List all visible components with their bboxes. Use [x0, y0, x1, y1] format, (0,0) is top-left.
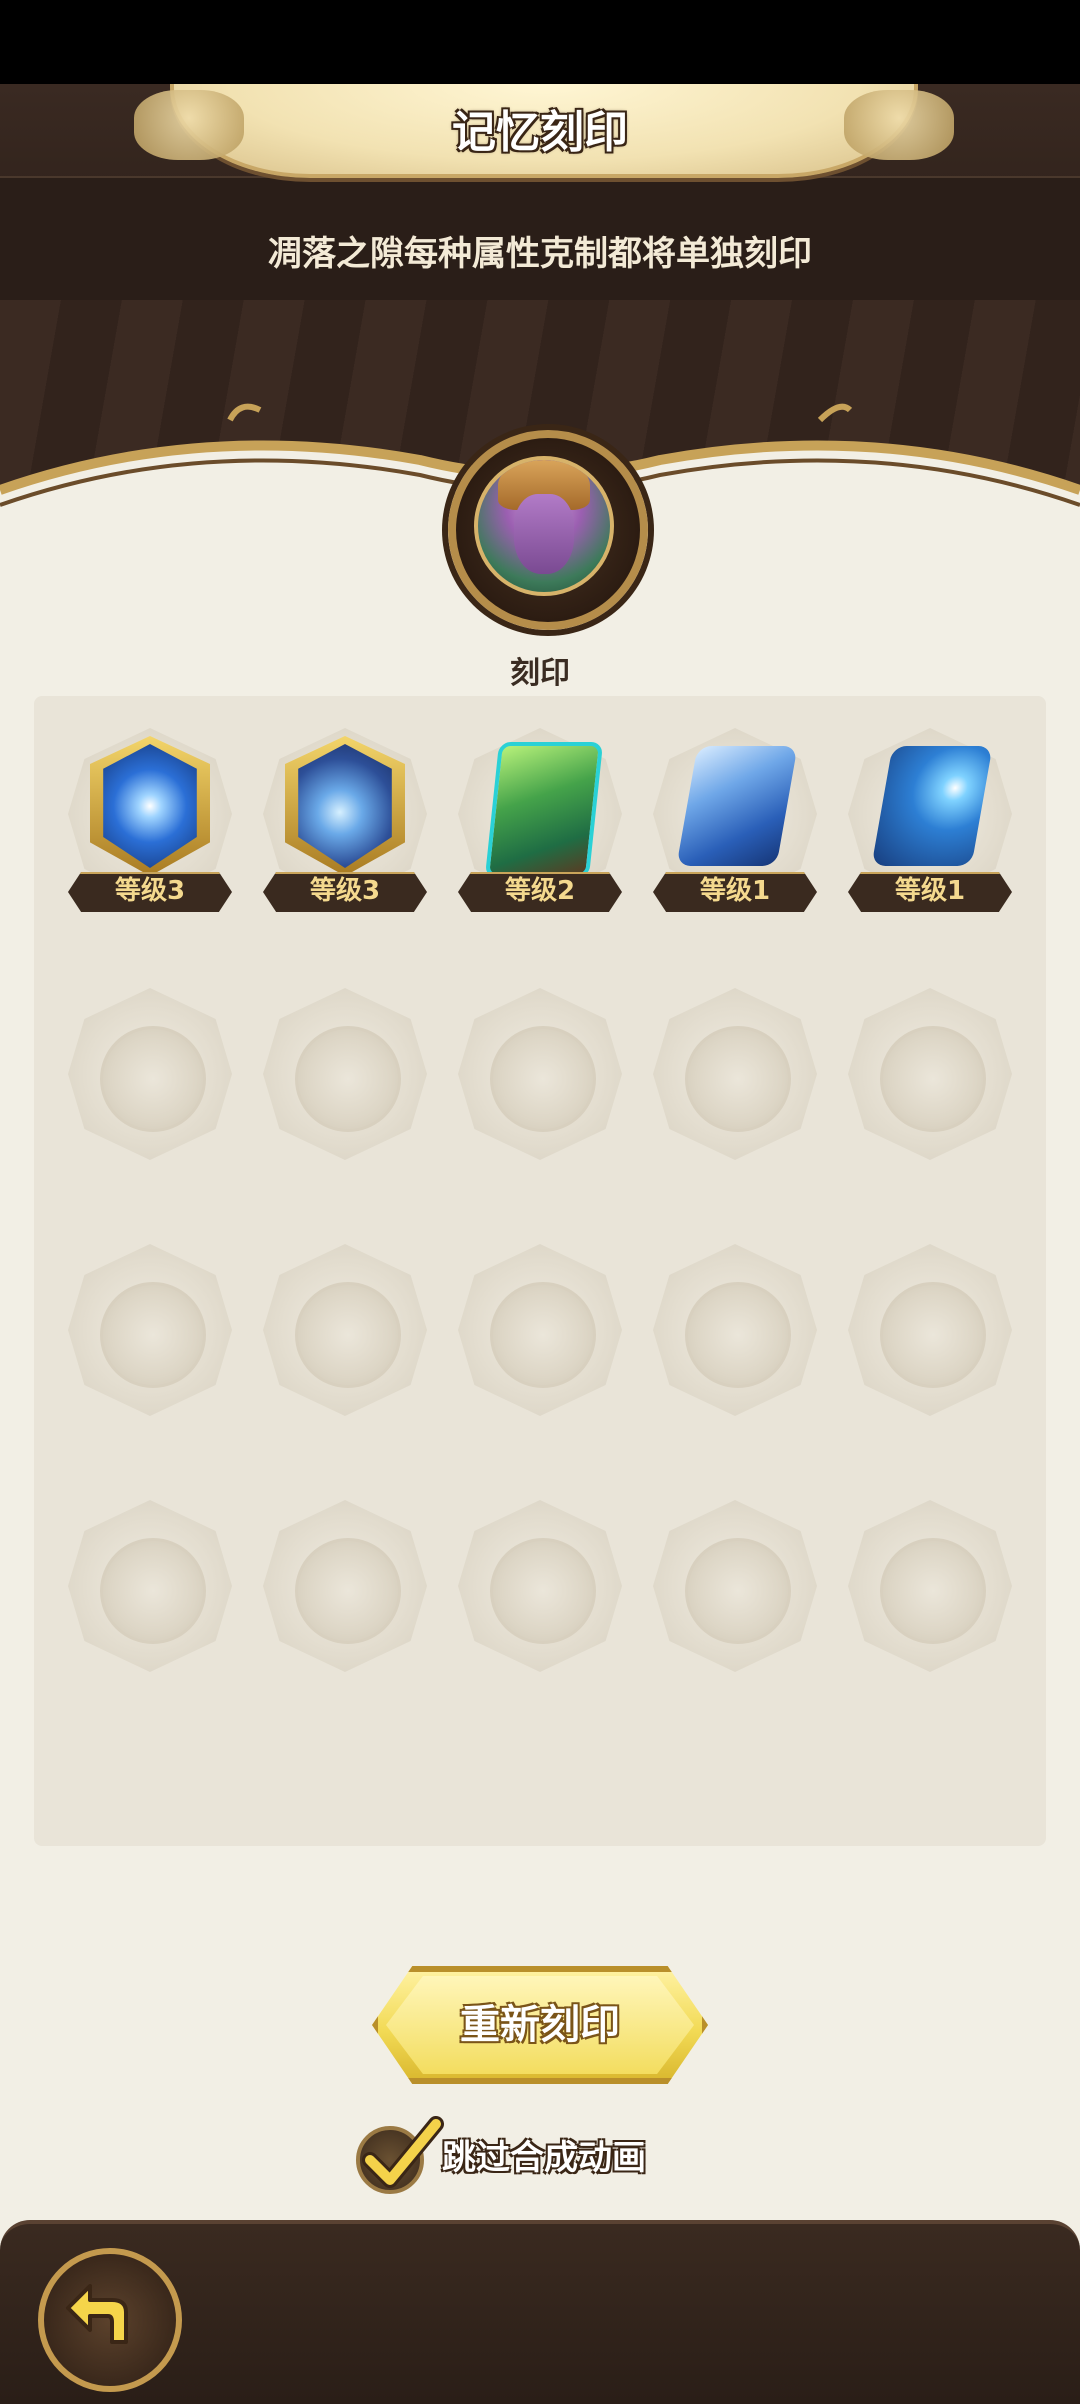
empty-slot[interactable] [842, 1234, 1018, 1440]
slot-socket-inner [490, 1282, 596, 1388]
empty-slot[interactable] [647, 1234, 823, 1440]
hero-avatar[interactable] [474, 456, 614, 596]
slot-socket-inner [100, 1538, 206, 1644]
reimprint-button-label[interactable]: 重新刻印 [372, 1966, 708, 2084]
level-label: 等级1 [894, 876, 966, 906]
slot-socket-inner [685, 1538, 791, 1644]
slot-socket-inner [880, 1282, 986, 1388]
nature-card-icon [484, 742, 604, 878]
imprint-slot-2[interactable]: 等级3 [257, 718, 433, 924]
slot-socket-inner [100, 1026, 206, 1132]
empty-slot[interactable] [647, 978, 823, 1184]
level-label: 等级1 [699, 876, 771, 906]
level-label: 等级2 [504, 876, 576, 906]
checkmark-icon [362, 2116, 444, 2188]
slot-socket-inner [295, 1282, 401, 1388]
empty-slot[interactable] [62, 978, 238, 1184]
empty-slot[interactable] [452, 1490, 628, 1696]
imprint-slot-4[interactable]: 等级1 [647, 718, 823, 924]
empty-slot[interactable] [842, 978, 1018, 1184]
empty-slot[interactable] [647, 1490, 823, 1696]
empty-slot[interactable] [452, 1234, 628, 1440]
slot-socket-inner [100, 1282, 206, 1388]
empty-slot[interactable] [257, 1490, 433, 1696]
empty-slot[interactable] [257, 1234, 433, 1440]
slot-socket-inner [880, 1538, 986, 1644]
slot-socket-inner [880, 1026, 986, 1132]
skip-animation-checkbox[interactable] [356, 2116, 444, 2194]
page-subtitle: 凋落之隙每种属性克制都将单独刻印 [268, 234, 812, 274]
level-label: 等级3 [114, 876, 186, 906]
empty-slot[interactable] [842, 1490, 1018, 1696]
system-status-bar [0, 0, 1080, 84]
empty-slot[interactable] [62, 1490, 238, 1696]
slot-socket-inner [685, 1026, 791, 1132]
imprint-slot-1[interactable]: 等级3 [62, 718, 238, 924]
water-creature-card-icon [676, 746, 798, 866]
empty-slot[interactable] [257, 978, 433, 1184]
hero-label: 刻印 [510, 656, 570, 691]
back-arrow-icon [66, 2284, 128, 2344]
back-button[interactable] [38, 2248, 182, 2392]
water-orb-card-icon [871, 746, 993, 866]
slot-socket-inner [490, 1026, 596, 1132]
slot-socket-inner [490, 1538, 596, 1644]
empty-slot[interactable] [62, 1234, 238, 1440]
slot-socket-inner [685, 1282, 791, 1388]
slot-socket-inner [295, 1538, 401, 1644]
slot-socket-inner [295, 1026, 401, 1132]
page-title: 记忆刻印 [452, 107, 628, 158]
imprint-slot-3[interactable]: 等级2 [452, 718, 628, 924]
empty-slot[interactable] [452, 978, 628, 1184]
imprint-slot-5[interactable]: 等级1 [842, 718, 1018, 924]
skip-animation-label[interactable]: 跳过合成动画 [442, 2130, 646, 2179]
hero-face [514, 494, 574, 574]
level-label: 等级3 [309, 876, 381, 906]
